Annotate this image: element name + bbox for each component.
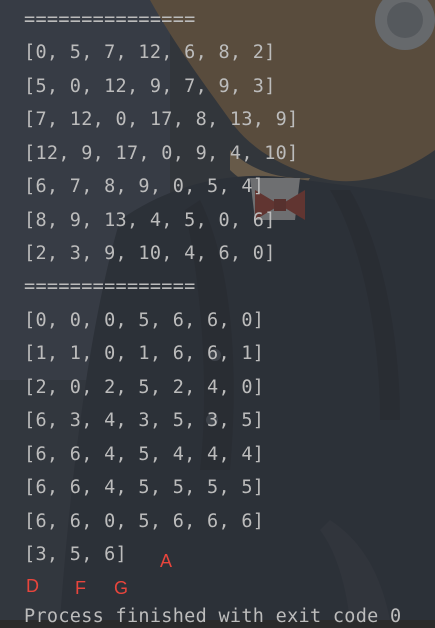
path-matrix-row: [6, 6, 0, 5, 6, 6, 6] — [24, 511, 265, 532]
distance-matrix-row: [12, 9, 17, 0, 9, 4, 10] — [24, 143, 299, 164]
path-matrix-row: [6, 6, 4, 5, 4, 4, 4] — [24, 444, 265, 465]
distance-matrix-row: [0, 5, 7, 12, 6, 8, 2] — [24, 42, 276, 63]
path-matrix-row: [0, 0, 0, 5, 6, 6, 0] — [24, 310, 265, 331]
path-matrix-row: [1, 1, 0, 1, 6, 6, 1] — [24, 343, 265, 364]
distance-matrix-row: [6, 7, 8, 9, 0, 5, 4] — [24, 176, 265, 197]
separator-line: =============== — [24, 276, 196, 297]
result-path-line: [3, 5, 6] — [24, 544, 127, 565]
annotation-label-g: G — [114, 578, 129, 598]
path-matrix-row: [6, 3, 4, 3, 5, 3, 5] — [24, 410, 265, 431]
annotation-label-a: A — [160, 551, 173, 571]
annotation-label-d: D — [26, 576, 39, 596]
path-matrix-row: [6, 6, 4, 5, 5, 5, 5] — [24, 477, 265, 498]
path-matrix-row: [2, 0, 2, 5, 2, 4, 0] — [24, 377, 265, 398]
run-console-output: =============== [0, 5, 7, 12, 6, 8, 2] [… — [0, 0, 435, 627]
distance-matrix-row: [7, 12, 0, 17, 8, 13, 9] — [24, 109, 299, 130]
distance-matrix-row: [8, 9, 13, 4, 5, 0, 6] — [24, 210, 276, 231]
distance-matrix-row: [5, 0, 12, 9, 7, 9, 3] — [24, 76, 276, 97]
annotation-label-f: F — [75, 578, 86, 598]
separator-line: =============== — [24, 9, 196, 30]
distance-matrix-row: [2, 3, 9, 10, 4, 6, 0] — [24, 243, 276, 264]
exit-message: Process finished with exit code 0 — [24, 606, 402, 627]
